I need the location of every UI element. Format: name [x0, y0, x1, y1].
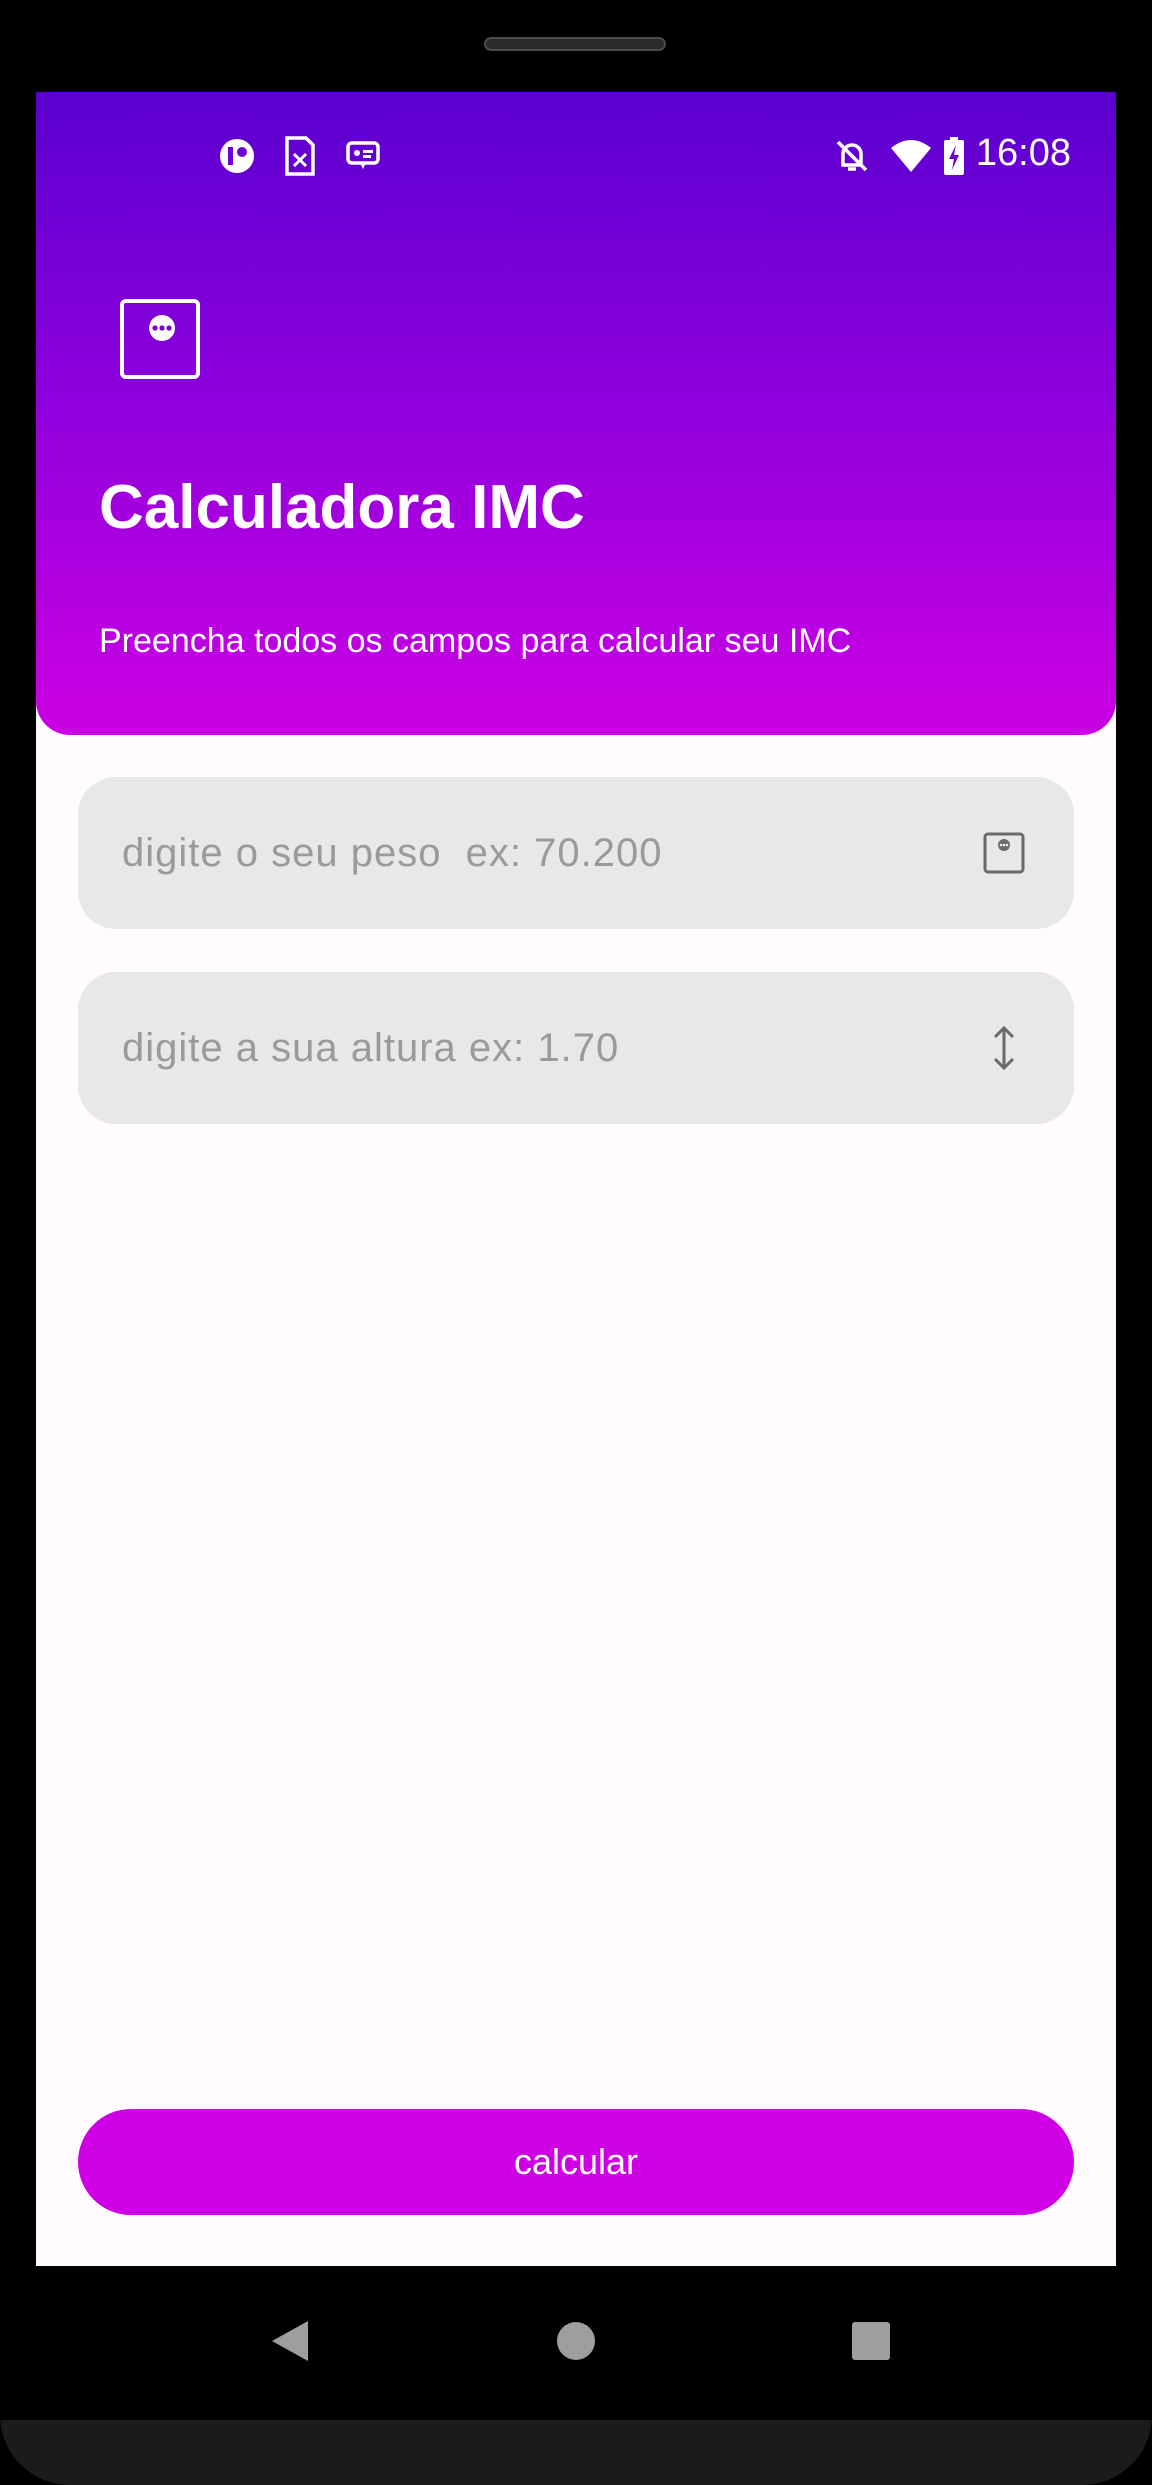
status-bar: 16:08: [36, 92, 1116, 217]
page-title: Calculadora IMC: [99, 473, 585, 542]
calculate-button[interactable]: calcular: [78, 2109, 1074, 2215]
app-screen: 16:08 Calculadora IMC Preencha todos os …: [36, 92, 1116, 2266]
home-icon[interactable]: [541, 2306, 611, 2376]
height-field[interactable]: [78, 972, 1074, 1124]
header-panel: 16:08 Calculadora IMC Preencha todos os …: [36, 92, 1116, 735]
battery-charging-icon: [940, 136, 968, 176]
weight-field[interactable]: [78, 777, 1074, 929]
scale-icon: [120, 299, 200, 379]
weight-input[interactable]: [122, 777, 942, 929]
device-frame: 16:08 Calculadora IMC Preencha todos os …: [0, 0, 1152, 2485]
system-nav-bar: [36, 2266, 1116, 2420]
message-icon: [343, 136, 383, 176]
sim-card-icon: [280, 136, 320, 176]
status-clock: 16:08: [975, 132, 1071, 174]
height-arrows-icon: [982, 1025, 1026, 1071]
height-input[interactable]: [122, 972, 942, 1124]
page-subtitle: Preencha todos os campos para calcular s…: [99, 622, 852, 660]
notifications-off-icon: [832, 136, 872, 176]
scale-icon: [982, 831, 1026, 875]
wifi-icon: [888, 136, 934, 176]
earpiece-speaker: [484, 37, 666, 51]
app-status-icon: [217, 136, 257, 176]
bottom-bezel: [0, 2420, 1152, 2485]
back-icon[interactable]: [255, 2306, 325, 2376]
recents-icon[interactable]: [836, 2306, 906, 2376]
